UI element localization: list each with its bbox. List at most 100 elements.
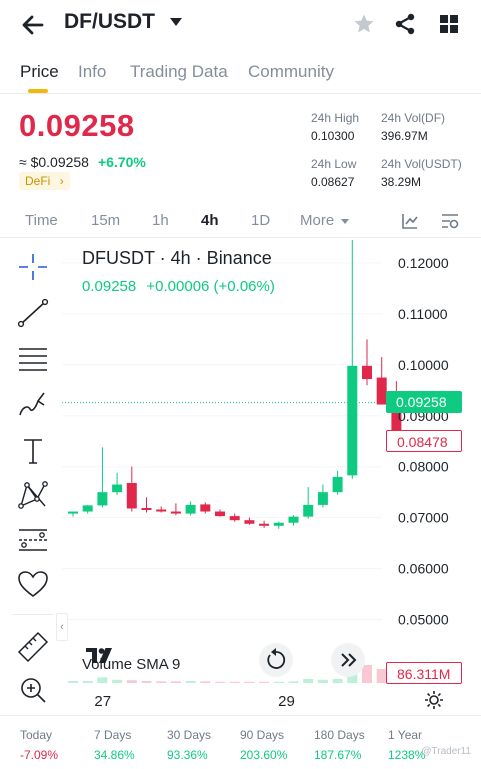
collapse-tools-handle[interactable]: ‹ (56, 613, 68, 641)
active-tab-indicator (28, 89, 48, 93)
fiat-price: ≈ $0.09258 (19, 154, 89, 170)
x-tick-label: 27 (94, 693, 111, 710)
tf-more[interactable]: More (300, 212, 334, 229)
chart-change: +0.00006 (+0.06%) (146, 278, 275, 295)
timeframe-bar: Time 15m 1h 4h 1D More (0, 206, 481, 238)
volume-bar (68, 681, 78, 683)
candle-body (126, 483, 137, 509)
tf-time[interactable]: Time (25, 212, 58, 229)
volume-label: Volume SMA 9 (82, 656, 181, 673)
y-tick-label: 0.06000 (398, 561, 449, 577)
volume-bar (288, 681, 299, 683)
fib-lines-icon[interactable] (16, 343, 50, 375)
perf-value-30d: 93.36% (167, 748, 208, 762)
volume-bar (317, 679, 328, 683)
vol-base-value: 396.97M (381, 129, 428, 143)
chart-legend-values: 0.09258 +0.00006 (+0.06%) (82, 278, 275, 295)
heart-icon[interactable] (16, 568, 50, 600)
tf-15m[interactable]: 15m (91, 212, 120, 229)
tf-1h[interactable]: 1h (152, 212, 169, 229)
perf-label-180d: 180 Days (314, 728, 365, 742)
volume-bar (112, 679, 123, 683)
volume-bar (332, 679, 343, 683)
high-label: 24h High (311, 111, 360, 125)
back-arrow-icon[interactable] (20, 10, 46, 40)
perf-label-90d: 90 Days (240, 728, 285, 742)
pair-title[interactable]: DF/USDT (64, 10, 155, 34)
vol-quote-value: 38.29M (381, 175, 422, 189)
volume-bar (82, 681, 93, 683)
candlestick-chart[interactable]: 0.120000.110000.100000.090000.080000.070… (62, 240, 481, 710)
candle-body (347, 365, 358, 476)
perf-value-today: -7.09% (20, 748, 59, 762)
tool-divider (12, 614, 54, 615)
low-value: 0.08627 (311, 175, 355, 189)
grid-menu-icon[interactable] (437, 12, 461, 36)
y-tick-label: 0.10000 (398, 357, 449, 373)
perf-value-180d: 187.67% (314, 748, 362, 762)
tab-price[interactable]: Price (20, 62, 59, 82)
scroll-to-latest-button[interactable] (331, 643, 365, 677)
tf-4h[interactable]: 4h (201, 212, 219, 229)
reset-chart-button[interactable] (259, 643, 293, 677)
candle-body (273, 522, 284, 526)
trend-line-icon[interactable] (16, 297, 50, 329)
candle-body (97, 492, 108, 506)
candle-body (259, 523, 270, 526)
candle-body (82, 505, 93, 512)
top-bar: DF/USDT (0, 0, 481, 52)
y-tick-label: 0.07000 (398, 510, 449, 526)
tab-community[interactable]: Community (248, 62, 334, 82)
perf-value-7d: 34.86% (94, 748, 135, 762)
pattern-tool-icon[interactable] (16, 479, 50, 511)
reset-icon (267, 648, 286, 669)
caret-down-icon[interactable] (341, 219, 349, 224)
volume-bar (141, 681, 152, 683)
volume-bar (126, 680, 137, 683)
volume-bar (273, 681, 284, 683)
chart-last-price: 0.09258 (82, 278, 137, 295)
x-tick-label: 29 (278, 693, 295, 710)
tab-trading-data[interactable]: Trading Data (130, 62, 228, 82)
chart-settings-icon[interactable] (440, 212, 460, 230)
volume-bar (156, 681, 167, 683)
prediction-tool-icon[interactable] (16, 524, 50, 556)
crosshair-icon[interactable] (16, 251, 50, 283)
category-tag[interactable]: DeFi › (19, 172, 70, 190)
current-price-tag: 0.09258 (386, 391, 462, 413)
price-change: +6.70% (98, 154, 146, 170)
perf-value-90d: 203.60% (240, 748, 288, 762)
volume-bar (303, 679, 314, 683)
candle-body (317, 492, 328, 505)
chevron-right-icon: › (59, 174, 64, 188)
volume-bar (97, 677, 108, 683)
low-label: 24h Low (311, 157, 357, 171)
pair-dropdown-icon[interactable] (170, 18, 182, 26)
section-tabs: Price Info Trading Data Community (0, 56, 481, 94)
candle-body (332, 476, 343, 493)
volume-bar (215, 681, 225, 683)
last-price: 0.09258 (19, 108, 135, 143)
vol-quote-label: 24h Vol(USDT) (381, 157, 462, 171)
ruler-icon[interactable] (16, 630, 50, 662)
tab-info[interactable]: Info (78, 62, 106, 82)
volume-bar (170, 681, 181, 683)
star-icon[interactable] (352, 12, 376, 36)
volume-bar (229, 681, 240, 683)
share-icon[interactable] (393, 12, 417, 36)
perf-label-1y: 1 Year (388, 728, 423, 742)
candle-body (141, 507, 152, 510)
candle-body (215, 511, 225, 517)
tf-1d[interactable]: 1D (251, 212, 270, 229)
brush-icon[interactable] (16, 389, 50, 421)
perf-label-7d: 7 Days (94, 728, 132, 742)
indicator-icon[interactable] (401, 212, 419, 230)
text-tool-icon[interactable] (16, 435, 50, 467)
watermark: @Trader11 (421, 746, 471, 757)
zoom-in-icon[interactable] (16, 674, 50, 706)
volume-tag: 86.311M (386, 662, 462, 684)
candle-body (68, 511, 78, 514)
chart-settings-gear-icon[interactable] (423, 689, 445, 711)
candle-body (200, 504, 211, 512)
candle-body (112, 484, 123, 493)
